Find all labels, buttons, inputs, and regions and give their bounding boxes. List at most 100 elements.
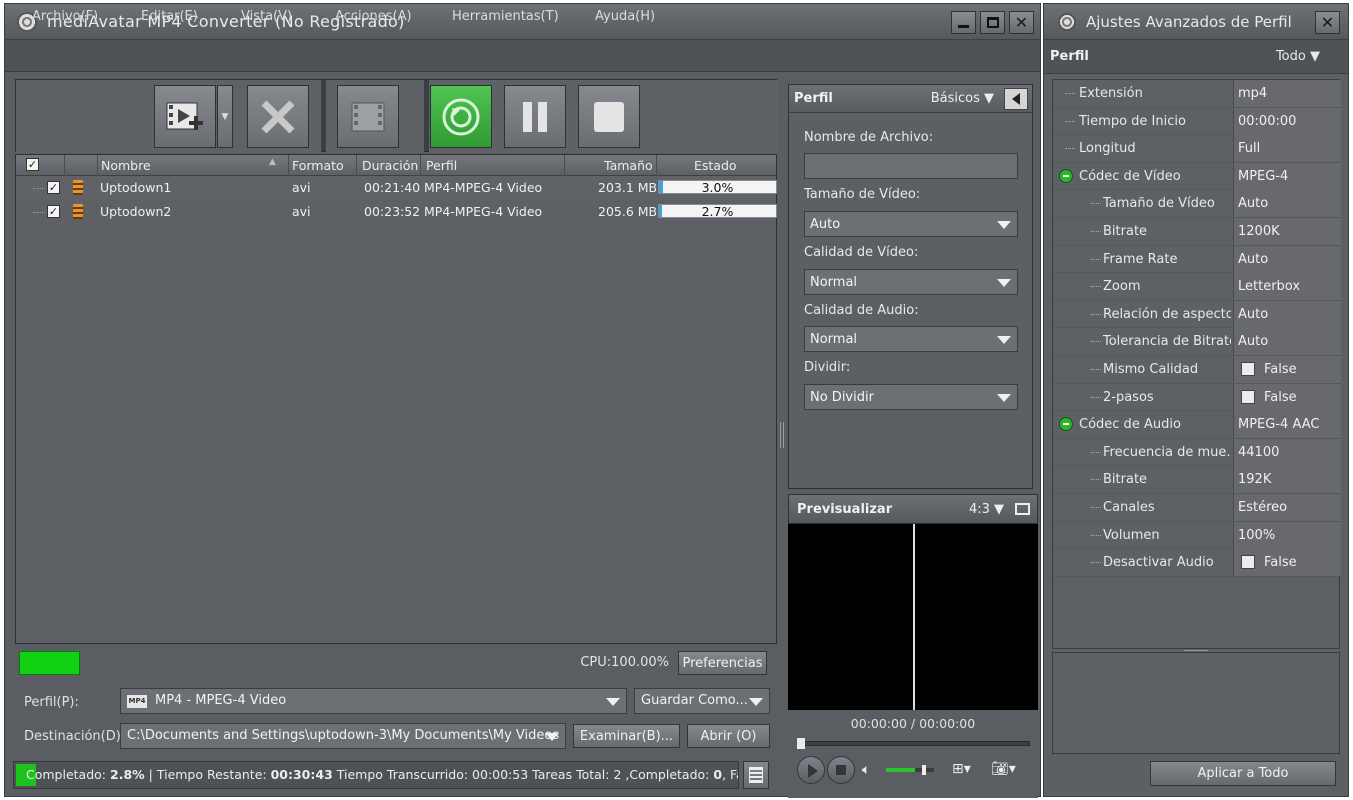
col-nombre[interactable]: Nombre [101,158,151,173]
collapse-minus-icon[interactable] [1059,168,1073,183]
convert-button[interactable] [430,85,492,148]
property-value[interactable]: Estéreo [1233,493,1341,521]
maximize-button[interactable] [980,11,1005,34]
add-video-button[interactable] [154,85,216,148]
property-row[interactable]: Tiempo de Inicio 00:00:00 [1053,107,1341,136]
property-value[interactable]: Letterbox [1233,273,1341,301]
property-row[interactable]: Tolerancia de Bitrate Auto [1053,328,1341,356]
property-row[interactable]: Frame Rate Auto [1053,245,1341,274]
profile-select[interactable]: MP4 MP4 - MPEG-4 Video [120,688,627,714]
property-row[interactable]: Códec de Audio MPEG-4 AAC [1053,411,1341,439]
detach-preview-icon[interactable] [1015,503,1030,515]
play-button[interactable] [797,756,825,784]
destination-field[interactable]: C:\Documents and Settings\uptodown-3\My … [120,723,566,749]
property-row[interactable]: Bitrate 1200K [1053,217,1341,246]
basic-mode-dropdown[interactable]: Básicos ▼ [931,91,994,106]
property-row[interactable]: Desactivar Audio False [1053,549,1341,577]
property-value[interactable]: mp4 [1233,80,1341,107]
property-row[interactable]: Frecuencia de mue... 44100 [1053,438,1341,467]
pause-button[interactable] [504,85,566,148]
advanced-close-button[interactable]: ✕ [1315,11,1340,34]
stop-preview-button[interactable] [827,756,855,784]
open-button[interactable]: Abrir (O) [687,724,770,748]
property-checkbox[interactable] [1241,389,1255,404]
audio-quality-select[interactable]: Normal [804,326,1018,352]
row-checkbox[interactable]: ✓ [47,205,60,218]
splitter-handle[interactable] [780,422,784,448]
log-button[interactable] [743,761,769,789]
property-row[interactable]: Relación de aspecto Auto [1053,300,1341,329]
property-value[interactable]: 00:00:00 [1233,107,1341,135]
property-value[interactable]: Full [1233,135,1341,163]
add-dropdown-button[interactable]: ▼ [217,85,233,148]
property-row[interactable]: Tamaño de Vídeo Auto [1053,190,1341,218]
property-row[interactable]: Longitud Full [1053,135,1341,163]
volume-knob[interactable] [922,765,926,775]
preferences-button[interactable]: Preferencias [678,651,767,675]
volume-slider[interactable] [886,765,934,775]
remove-button[interactable] [247,85,309,148]
property-row[interactable]: Códec de Vídeo MPEG-4 [1053,162,1341,191]
property-value[interactable]: 100% [1233,521,1341,549]
menu-herramientas[interactable]: Herramientas(T) [452,9,559,24]
property-row[interactable]: Canales Estéreo [1053,493,1341,522]
menu-archivo[interactable]: Archivo(F) [32,9,98,24]
property-row[interactable]: 2-pasos False [1053,383,1341,412]
table-row[interactable]: ✓ Uptodown2 avi 00:23:52 MP4-MPEG-4 Vide… [16,200,777,224]
property-value[interactable]: Auto [1233,190,1341,218]
col-estado[interactable]: Estado [694,158,737,173]
snapshot-grid-icon[interactable]: ⊞▾ [952,761,971,777]
menu-editar[interactable]: Editar(E) [141,9,198,24]
property-value[interactable]: False [1233,355,1341,383]
property-value[interactable]: Auto [1233,245,1341,273]
select-all-checkbox[interactable]: ✓ [26,158,39,171]
row-checkbox[interactable]: ✓ [47,181,60,194]
menu-acciones[interactable]: Acciones(A) [335,9,412,24]
property-checkbox[interactable] [1241,555,1255,570]
property-value[interactable]: 44100 [1233,438,1341,466]
property-value[interactable]: Auto [1233,328,1341,356]
collapse-minus-icon[interactable] [1059,417,1073,432]
preview-screen[interactable] [788,524,1038,710]
col-formato[interactable]: Formato [292,158,344,173]
split-select[interactable]: No Dividir [804,384,1018,410]
property-row[interactable]: Mismo Calidad False [1053,355,1341,384]
table-row[interactable]: ✓ Uptodown1 avi 00:21:40 MP4-MPEG-4 Vide… [16,176,777,200]
property-row[interactable]: Zoom Letterbox [1053,273,1341,301]
property-checkbox[interactable] [1241,361,1255,376]
stop-button[interactable] [578,85,640,148]
property-row[interactable]: Volumen 100% [1053,521,1341,550]
file-name-input[interactable] [804,153,1018,179]
property-value[interactable]: False [1233,549,1341,577]
close-button[interactable]: ✕ [1009,11,1034,34]
apply-all-button[interactable]: Aplicar a Todo [1150,761,1336,786]
menu-ayuda[interactable]: Ayuda(H) [595,9,655,24]
minimize-button[interactable] [951,11,976,34]
menu-vista[interactable]: Vista(V) [241,9,292,24]
col-duracion[interactable]: Duración [362,158,418,173]
volume-icon[interactable]: 🔈︎ [862,762,870,778]
property-value[interactable]: False [1233,383,1341,411]
aspect-ratio-dropdown[interactable]: 4:3 ▼ [969,502,1004,517]
collapse-panel-button[interactable] [1004,88,1028,110]
clip-button[interactable] [337,85,399,148]
filter-dropdown[interactable]: Todo ▼ [1276,49,1320,64]
advanced-title-bar[interactable]: Ajustes Avanzados de Perfil ✕ [1044,4,1348,40]
col-perfil[interactable]: Perfil [426,158,457,173]
save-as-button[interactable]: Guardar Como... [634,688,770,714]
property-value[interactable]: 1200K [1233,217,1341,245]
camera-icon[interactable]: 📷︎▾ [991,761,1016,777]
video-quality-select[interactable]: Normal [804,269,1018,295]
property-value[interactable]: 192K [1233,466,1341,494]
property-row[interactable]: Bitrate 192K [1053,466,1341,494]
property-row[interactable]: Extensión mp4 [1053,80,1341,108]
play-icon [808,764,818,778]
property-value[interactable]: Auto [1233,300,1341,328]
property-value[interactable]: MPEG-4 [1233,162,1341,190]
seek-bar[interactable] [797,738,1030,749]
browse-button[interactable]: Examinar(B)... [573,724,680,748]
col-tamano[interactable]: Tamaño [604,158,653,173]
seek-knob[interactable] [797,738,805,749]
video-size-select[interactable]: Auto [804,211,1018,237]
property-value[interactable]: MPEG-4 AAC [1233,411,1341,439]
